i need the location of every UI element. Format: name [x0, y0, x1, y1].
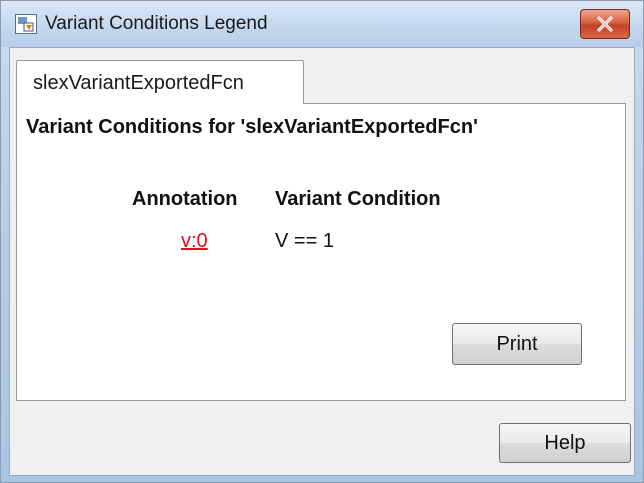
tab-slexvariantexportedfcn[interactable]: slexVariantExportedFcn — [16, 60, 304, 104]
column-header-annotation: Annotation — [132, 188, 238, 210]
help-button[interactable]: Help — [499, 423, 631, 463]
print-button[interactable]: Print — [452, 323, 582, 365]
title-bar[interactable]: Variant Conditions Legend — [1, 1, 643, 47]
annotation-link[interactable]: v:0 — [181, 230, 208, 253]
window-title: Variant Conditions Legend — [45, 13, 268, 34]
simulink-window-icon — [15, 14, 37, 34]
close-icon — [597, 16, 613, 32]
panel-heading: Variant Conditions for 'slexVariantExpor… — [26, 116, 478, 138]
variant-condition-value: V == 1 — [275, 230, 334, 252]
close-button[interactable] — [580, 9, 630, 39]
column-header-variant-condition: Variant Condition — [275, 188, 441, 210]
